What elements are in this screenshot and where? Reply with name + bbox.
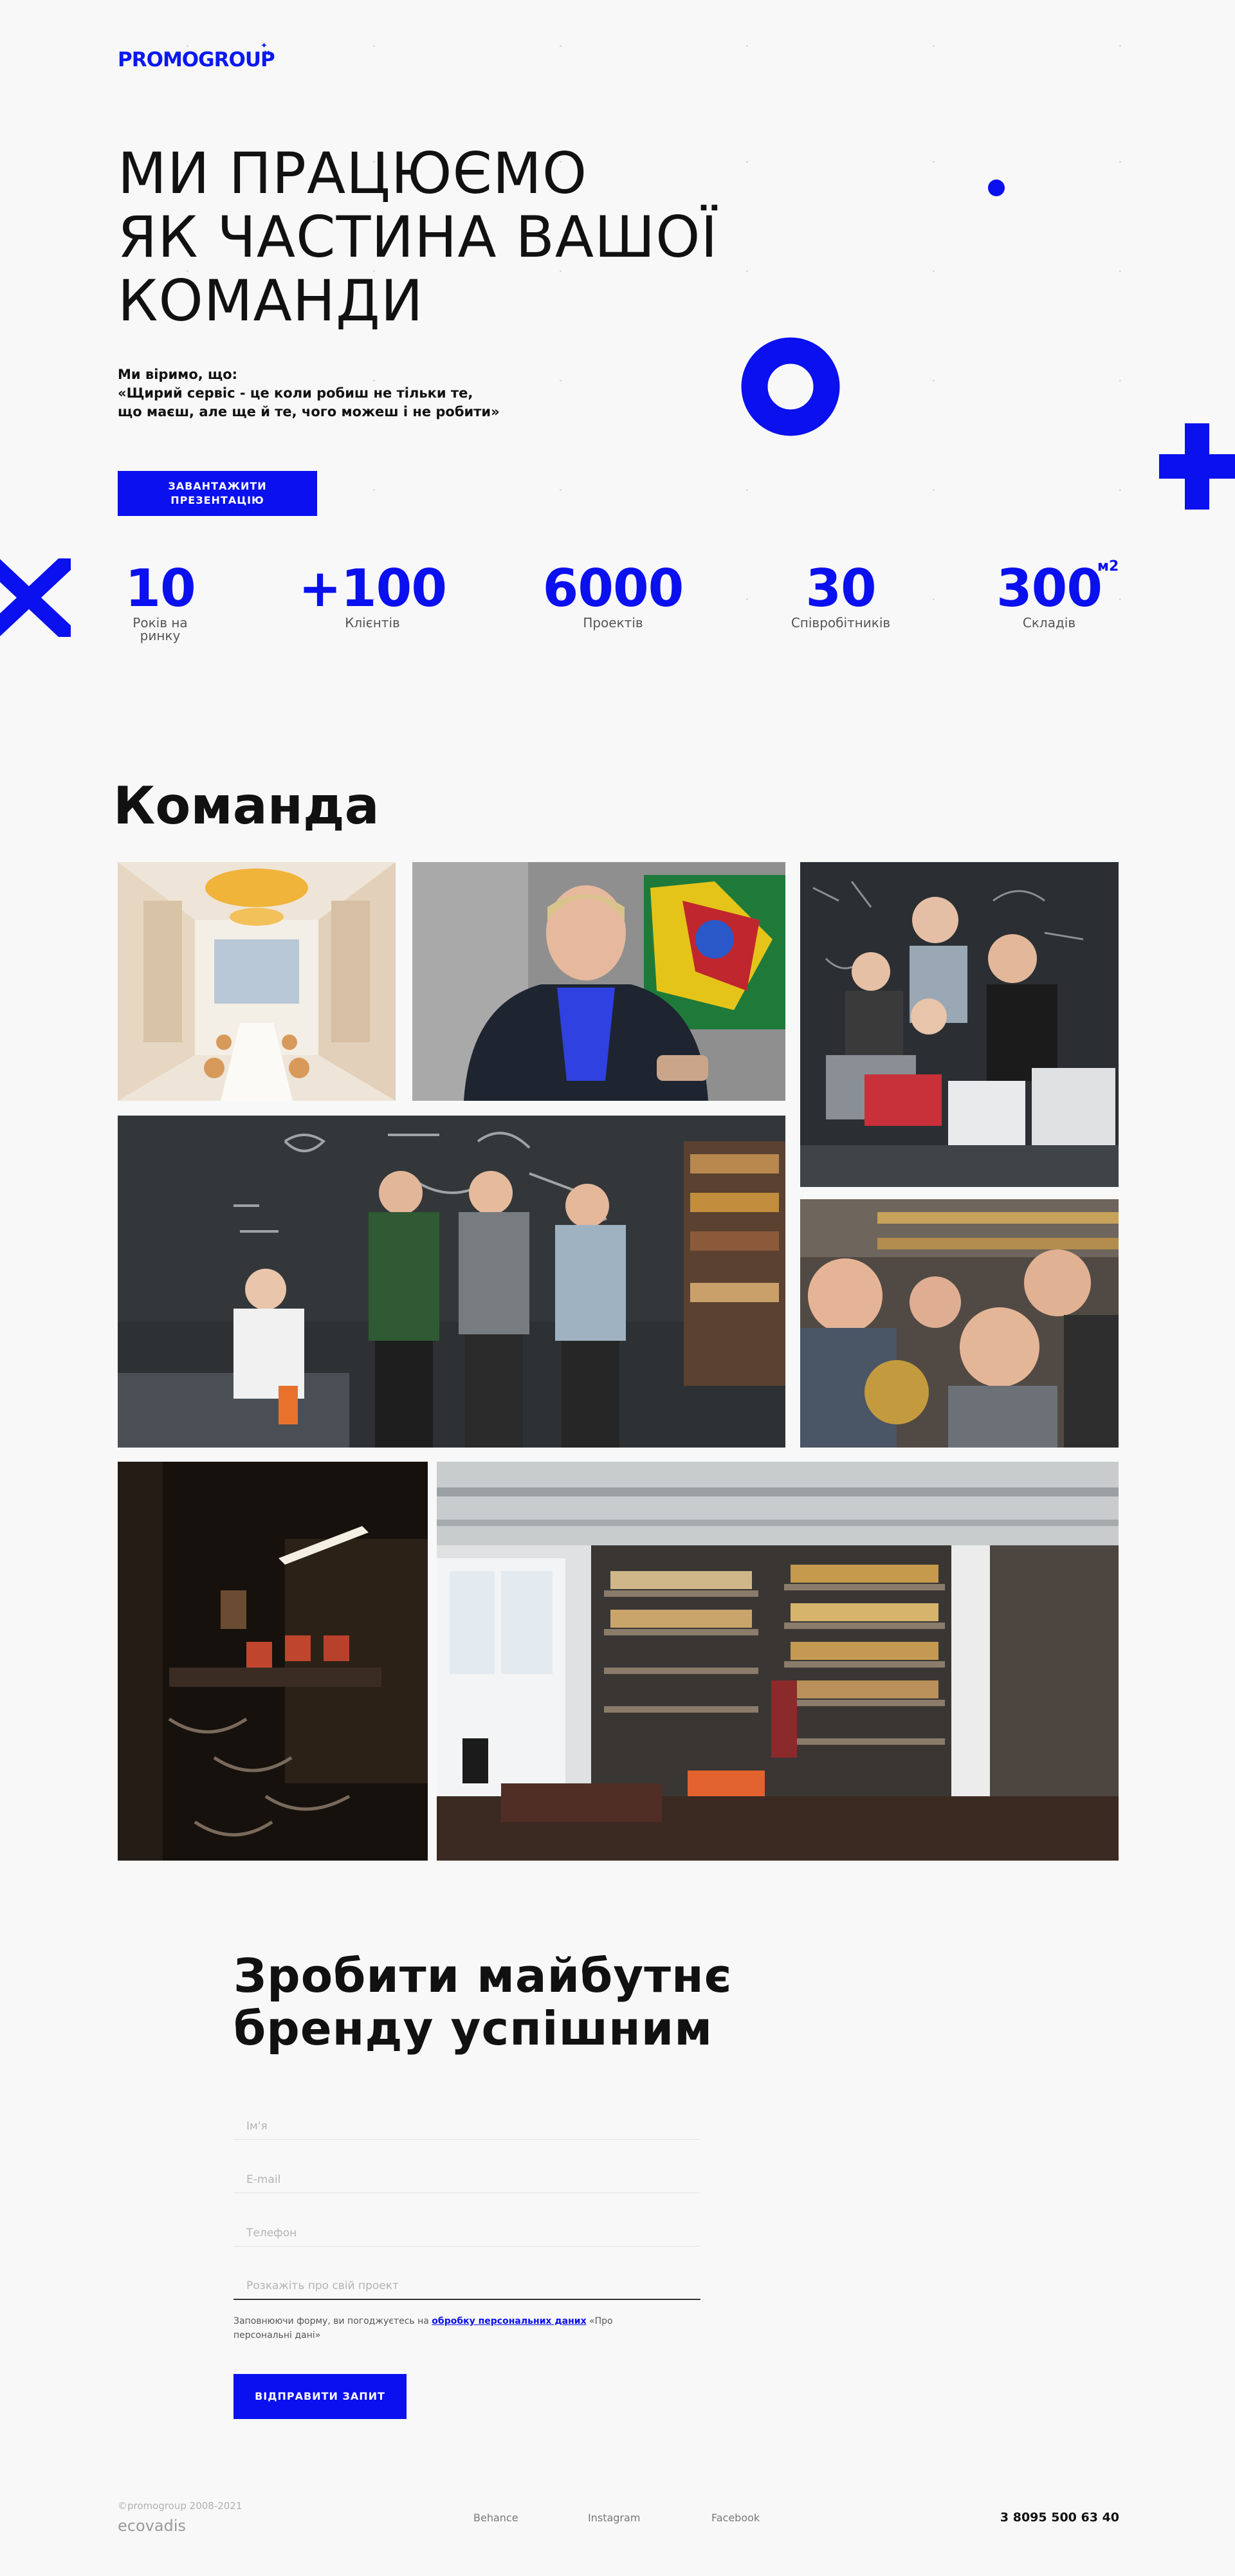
grid-dot bbox=[746, 45, 748, 47]
grid-dot bbox=[933, 270, 935, 272]
submit-request-button[interactable]: ВІДПРАВИТИ ЗАПИТ bbox=[233, 2374, 407, 2419]
stat-value: 10 bbox=[125, 558, 196, 618]
team-chalkboard-image-icon bbox=[118, 1116, 785, 1448]
footer-link-behance[interactable]: Behance bbox=[473, 2512, 518, 2524]
download-presentation-button[interactable]: ЗАВАНТАЖИТИ ПРЕЗЕНТАЦІЮ bbox=[118, 471, 317, 516]
grid-dot bbox=[373, 489, 375, 491]
stat-clients: +100 Клієнтів bbox=[292, 558, 453, 631]
logo-sparkle-icon: ✦ ✕ bbox=[261, 41, 271, 59]
footer-copyright: ©promogroup 2008-2021 bbox=[118, 2500, 242, 2512]
grid-dot bbox=[187, 45, 188, 47]
stat-label: Складів bbox=[1022, 615, 1076, 630]
grid-dot bbox=[1119, 489, 1121, 491]
promogroup-logo[interactable]: PROMOGROUP bbox=[118, 48, 275, 71]
button-label-line: ЗАВАНТАЖИТИ bbox=[168, 480, 267, 492]
team-section-title: Команда bbox=[113, 776, 380, 836]
ecovadis-logo[interactable]: ecovadis bbox=[118, 2517, 186, 2535]
footer-link-facebook[interactable]: Facebook bbox=[711, 2512, 760, 2524]
man-portrait-image-icon bbox=[412, 862, 785, 1101]
email-field[interactable] bbox=[233, 2155, 700, 2193]
stat-warehouse: 300 м2 Складів bbox=[969, 558, 1130, 630]
ring-decoration-icon bbox=[741, 337, 840, 436]
project-description-field[interactable] bbox=[233, 2261, 700, 2300]
grid-dot bbox=[746, 270, 748, 272]
stat-value: +100 bbox=[298, 558, 447, 618]
belief-line: «Щирий сервіс - це коли робиш не тільки … bbox=[118, 385, 473, 401]
grid-dot bbox=[746, 489, 748, 491]
cta-title-line: бренду успішним bbox=[233, 2001, 713, 2056]
belief-line: що маєш, але ще й те, чого можеш і не ро… bbox=[118, 404, 500, 419]
grid-dot bbox=[933, 380, 935, 382]
stat-years: 10 Років на ринку bbox=[80, 558, 241, 644]
stat-projects: 6000 Проектів bbox=[533, 558, 693, 631]
team-selfie-image-icon bbox=[800, 1199, 1119, 1448]
hero-title: МИ ПРАЦЮЄМО ЯК ЧАСТИНА ВАШОЇ КОМАНДИ bbox=[118, 142, 718, 333]
showroom-image-icon bbox=[437, 1462, 1119, 1861]
photo-man-portrait bbox=[412, 862, 785, 1101]
stat-label: Співробітників bbox=[791, 615, 891, 630]
grid-dot bbox=[746, 161, 748, 163]
grid-dot bbox=[933, 598, 935, 600]
name-field[interactable] bbox=[233, 2101, 700, 2140]
grid-dot bbox=[746, 598, 748, 600]
plus-decoration-icon bbox=[1159, 423, 1235, 510]
stat-value: 6000 bbox=[542, 558, 684, 618]
grid-dot bbox=[1119, 161, 1121, 163]
photo-dark-office bbox=[118, 1462, 428, 1861]
grid-dot bbox=[933, 489, 935, 491]
grid-dot bbox=[933, 161, 935, 163]
dark-office-image-icon bbox=[118, 1462, 428, 1861]
grid-dot bbox=[1119, 380, 1121, 382]
grid-dot bbox=[373, 45, 375, 47]
footer-phone[interactable]: 3 8095 500 63 40 bbox=[1000, 2510, 1119, 2525]
stat-label: ринку bbox=[140, 628, 181, 643]
photo-showroom-shelves bbox=[437, 1462, 1119, 1861]
meeting-room-image-icon bbox=[118, 862, 396, 1101]
grid-dot bbox=[560, 45, 562, 47]
phone-field[interactable] bbox=[233, 2208, 700, 2247]
personal-data-link[interactable]: обробку персональних даних bbox=[432, 2316, 586, 2326]
grid-dot bbox=[1119, 270, 1121, 272]
button-label-line: ПРЕЗЕНТАЦІЮ bbox=[170, 494, 264, 506]
small-dot-decoration-icon bbox=[988, 179, 1005, 196]
hero-title-line: МИ ПРАЦЮЄМО bbox=[118, 140, 588, 207]
cta-title-line: Зробити майбутнє bbox=[233, 1949, 733, 2003]
belief-line: Ми віримо, що: bbox=[118, 367, 238, 382]
team-laptop-image-icon bbox=[800, 862, 1119, 1187]
consent-prefix: Заповнюючи форму, ви погоджуєтесь на bbox=[233, 2316, 432, 2326]
cta-title: Зробити майбутнє бренду успішним bbox=[233, 1949, 732, 2055]
photo-team-chalkboard bbox=[118, 1116, 785, 1448]
photo-meeting-room bbox=[118, 862, 396, 1101]
stat-employees: 30 Співробітників bbox=[760, 558, 921, 631]
grid-dot bbox=[933, 45, 935, 47]
cross-decoration-icon bbox=[0, 558, 71, 637]
belief-statement: Ми віримо, що: «Щирий сервіс - це коли р… bbox=[118, 365, 581, 421]
hero-title-line: КОМАНДИ bbox=[118, 268, 424, 334]
photo-team-at-laptop bbox=[800, 862, 1119, 1187]
hero-title-line: ЯК ЧАСТИНА ВАШОЇ bbox=[118, 204, 718, 270]
grid-dot bbox=[560, 489, 562, 491]
consent-text: Заповнюючи форму, ви погоджуєтесь на обр… bbox=[233, 2314, 619, 2342]
stat-unit: м2 bbox=[1097, 558, 1119, 575]
stat-value: 30 bbox=[805, 558, 876, 618]
footer-link-instagram[interactable]: Instagram bbox=[588, 2512, 640, 2524]
grid-dot bbox=[1119, 45, 1121, 47]
photo-team-selfie bbox=[800, 1199, 1119, 1448]
